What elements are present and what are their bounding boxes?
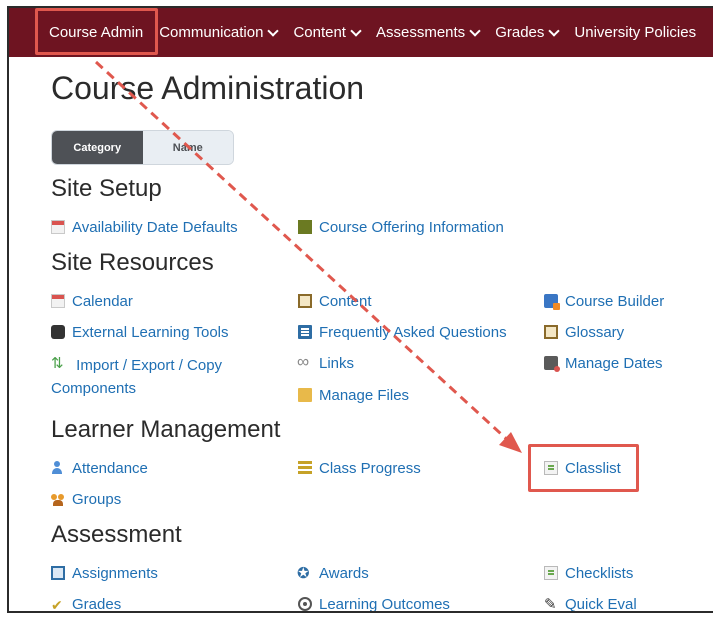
assignments-icon <box>51 566 65 580</box>
link-label: Learning Outcomes <box>319 596 450 613</box>
chevron-down-icon <box>267 24 280 37</box>
link-manage-dates[interactable]: Manage Dates <box>544 352 663 375</box>
groups-icon <box>51 492 65 506</box>
chevron-down-icon <box>469 24 481 37</box>
manage-dates-icon <box>544 356 560 372</box>
link-attendance[interactable]: Attendance <box>51 457 148 480</box>
page-title: Course Administration <box>51 70 365 106</box>
puzzle-icon <box>51 325 65 339</box>
link-availability-date-defaults[interactable]: Availability Date Defaults <box>51 216 238 239</box>
link-label: Availability Date Defaults <box>72 219 238 236</box>
view-toggle: Category Name <box>51 130 234 165</box>
link-learning-outcomes[interactable]: Learning Outcomes <box>298 593 450 613</box>
toggle-name-button[interactable]: Name <box>142 131 233 164</box>
link-label: Manage Dates <box>565 355 663 372</box>
award-icon <box>297 562 312 585</box>
link-glossary[interactable]: Glossary <box>544 321 624 344</box>
grades-icon <box>51 594 65 611</box>
nav-label: Course Admin <box>49 24 144 41</box>
nav-label: Grades <box>495 24 545 41</box>
section-title-site-resources: Site Resources <box>51 249 214 276</box>
link-class-progress[interactable]: Class Progress <box>298 457 421 480</box>
link-label: Assignments <box>72 565 158 582</box>
link-label: Course Offering Information <box>319 219 504 236</box>
nav-label: University Policies <box>574 24 697 41</box>
nav-grades[interactable]: Grades <box>487 8 566 57</box>
nav-university-policies[interactable]: University Policies <box>566 8 704 57</box>
link-label: Frequently Asked Questions <box>319 324 507 341</box>
link-label: Attendance <box>72 460 148 477</box>
link-groups[interactable]: Groups <box>51 488 121 511</box>
link-course-builder[interactable]: Course Builder <box>544 290 664 313</box>
folder-icon <box>298 388 312 402</box>
faq-icon <box>298 325 312 339</box>
link-content[interactable]: Content <box>298 290 372 313</box>
link-quick-eval[interactable]: Quick Eval <box>544 593 637 613</box>
link-assignments[interactable]: Assignments <box>51 562 158 585</box>
link-label: Class Progress <box>319 460 421 477</box>
checklist-icon <box>544 566 558 580</box>
open-book-icon <box>298 294 312 308</box>
nav-label: Assessments <box>375 24 466 41</box>
course-builder-icon <box>544 294 560 310</box>
link-external-learning-tools[interactable]: External Learning Tools <box>51 321 229 344</box>
classlist-icon <box>544 461 558 475</box>
link-label: Quick Eval <box>565 596 637 613</box>
section-title-learner-management: Learner Management <box>51 416 281 443</box>
link-label: Glossary <box>565 324 625 341</box>
import-export-icon <box>51 352 65 375</box>
link-label-text: Import / Export / Copy Components <box>51 357 223 397</box>
link-label: Manage Files <box>319 387 410 404</box>
nav-label: Content <box>293 24 346 41</box>
link-label: Import / Export / Copy Components <box>51 352 261 400</box>
quick-eval-icon <box>544 593 558 611</box>
link-label: Content <box>319 293 372 310</box>
link-label: Groups <box>72 491 122 508</box>
link-course-offering-information[interactable]: Course Offering Information <box>298 216 504 239</box>
link-label: Links <box>319 355 355 372</box>
glossary-icon <box>544 325 558 339</box>
book-icon <box>298 220 312 234</box>
link-label: Awards <box>319 565 369 582</box>
nav-communication[interactable]: Communication <box>151 8 285 57</box>
calendar-icon <box>51 294 65 308</box>
nav-assessments[interactable]: Assessments <box>368 8 487 57</box>
link-label: Classlist <box>565 460 621 477</box>
link-checklists[interactable]: Checklists <box>544 562 633 585</box>
section-title-site-setup: Site Setup <box>51 175 162 202</box>
nav-course-admin[interactable]: Course Admin <box>9 8 151 57</box>
link-label: Calendar <box>72 293 133 310</box>
link-manage-files[interactable]: Manage Files <box>298 384 409 407</box>
link-awards[interactable]: Awards <box>297 562 369 585</box>
learning-outcomes-icon <box>298 597 312 611</box>
chevron-down-icon <box>350 24 362 37</box>
attendance-icon <box>51 461 65 475</box>
nav-label: Communication <box>159 24 264 41</box>
link-grades[interactable]: Grades <box>51 593 122 613</box>
link-label: Course Builder <box>565 293 665 310</box>
toggle-category-button[interactable]: Category <box>52 131 143 164</box>
link-label: External Learning Tools <box>72 324 229 341</box>
link-calendar[interactable]: Calendar <box>51 290 133 313</box>
link-classlist[interactable]: Classlist <box>544 457 621 480</box>
link-label: Grades <box>72 596 122 613</box>
nav-content[interactable]: Content <box>285 8 368 57</box>
link-label: Checklists <box>565 565 634 582</box>
link-import-export-copy[interactable]: Import / Export / Copy Components <box>51 352 261 400</box>
section-title-assessment: Assessment <box>51 521 182 548</box>
link-links[interactable]: Links <box>297 350 355 375</box>
link-faq[interactable]: Frequently Asked Questions <box>298 321 507 344</box>
chevron-down-icon <box>548 24 561 37</box>
browser-frame: Course Admin Communication Content Asses… <box>7 6 713 613</box>
course-navbar: Course Admin Communication Content Asses… <box>9 8 713 57</box>
link-chain-icon <box>297 350 312 373</box>
class-progress-icon <box>298 461 312 475</box>
calendar-icon <box>51 220 65 234</box>
